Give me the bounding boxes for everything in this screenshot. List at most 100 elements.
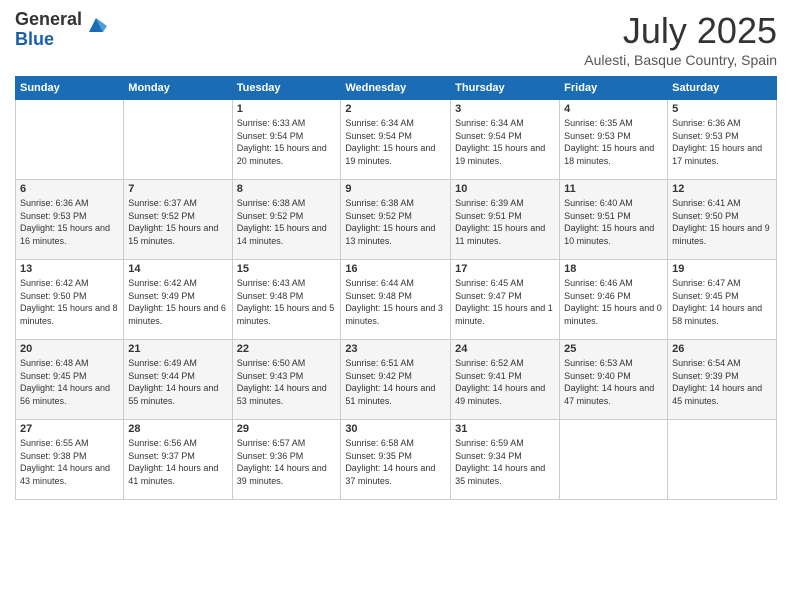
- day-number: 19: [672, 263, 772, 275]
- cell-info: Sunrise: 6:40 AMSunset: 9:51 PMDaylight:…: [564, 197, 663, 247]
- location: Aulesti, Basque Country, Spain: [584, 52, 777, 68]
- cell-info: Sunrise: 6:57 AMSunset: 9:36 PMDaylight:…: [237, 437, 337, 487]
- cell-info: Sunrise: 6:36 AMSunset: 9:53 PMDaylight:…: [672, 117, 772, 167]
- cell-info: Sunrise: 6:41 AMSunset: 9:50 PMDaylight:…: [672, 197, 772, 247]
- cell-info: Sunrise: 6:34 AMSunset: 9:54 PMDaylight:…: [455, 117, 555, 167]
- week-row-5: 27 Sunrise: 6:55 AMSunset: 9:38 PMDaylig…: [16, 420, 777, 500]
- calendar-cell: [16, 100, 124, 180]
- calendar-cell: 8 Sunrise: 6:38 AMSunset: 9:52 PMDayligh…: [232, 180, 341, 260]
- calendar-cell: 18 Sunrise: 6:46 AMSunset: 9:46 PMDaylig…: [560, 260, 668, 340]
- cell-info: Sunrise: 6:46 AMSunset: 9:46 PMDaylight:…: [564, 277, 663, 327]
- cell-info: Sunrise: 6:47 AMSunset: 9:45 PMDaylight:…: [672, 277, 772, 327]
- calendar-cell: 22 Sunrise: 6:50 AMSunset: 9:43 PMDaylig…: [232, 340, 341, 420]
- day-number: 10: [455, 183, 555, 195]
- cell-info: Sunrise: 6:56 AMSunset: 9:37 PMDaylight:…: [128, 437, 227, 487]
- header-saturday: Saturday: [668, 77, 777, 100]
- calendar-cell: 25 Sunrise: 6:53 AMSunset: 9:40 PMDaylig…: [560, 340, 668, 420]
- calendar-cell: 10 Sunrise: 6:39 AMSunset: 9:51 PMDaylig…: [451, 180, 560, 260]
- day-number: 8: [237, 183, 337, 195]
- calendar-cell: 4 Sunrise: 6:35 AMSunset: 9:53 PMDayligh…: [560, 100, 668, 180]
- calendar-page: General Blue July 2025 Aulesti, Basque C…: [0, 0, 792, 612]
- day-number: 14: [128, 263, 227, 275]
- week-row-1: 1 Sunrise: 6:33 AMSunset: 9:54 PMDayligh…: [16, 100, 777, 180]
- day-number: 7: [128, 183, 227, 195]
- calendar-cell: 1 Sunrise: 6:33 AMSunset: 9:54 PMDayligh…: [232, 100, 341, 180]
- cell-info: Sunrise: 6:51 AMSunset: 9:42 PMDaylight:…: [345, 357, 446, 407]
- cell-info: Sunrise: 6:59 AMSunset: 9:34 PMDaylight:…: [455, 437, 555, 487]
- calendar-table: Sunday Monday Tuesday Wednesday Thursday…: [15, 76, 777, 500]
- calendar-cell: 7 Sunrise: 6:37 AMSunset: 9:52 PMDayligh…: [124, 180, 232, 260]
- calendar-cell: [668, 420, 777, 500]
- calendar-cell: 24 Sunrise: 6:52 AMSunset: 9:41 PMDaylig…: [451, 340, 560, 420]
- cell-info: Sunrise: 6:49 AMSunset: 9:44 PMDaylight:…: [128, 357, 227, 407]
- day-number: 20: [20, 343, 119, 355]
- day-number: 2: [345, 103, 446, 115]
- calendar-cell: 23 Sunrise: 6:51 AMSunset: 9:42 PMDaylig…: [341, 340, 451, 420]
- week-row-3: 13 Sunrise: 6:42 AMSunset: 9:50 PMDaylig…: [16, 260, 777, 340]
- cell-info: Sunrise: 6:42 AMSunset: 9:49 PMDaylight:…: [128, 277, 227, 327]
- calendar-cell: [124, 100, 232, 180]
- cell-info: Sunrise: 6:58 AMSunset: 9:35 PMDaylight:…: [345, 437, 446, 487]
- calendar-cell: 11 Sunrise: 6:40 AMSunset: 9:51 PMDaylig…: [560, 180, 668, 260]
- day-number: 28: [128, 423, 227, 435]
- day-number: 29: [237, 423, 337, 435]
- header-tuesday: Tuesday: [232, 77, 341, 100]
- day-number: 11: [564, 183, 663, 195]
- cell-info: Sunrise: 6:38 AMSunset: 9:52 PMDaylight:…: [345, 197, 446, 247]
- cell-info: Sunrise: 6:39 AMSunset: 9:51 PMDaylight:…: [455, 197, 555, 247]
- page-header: General Blue July 2025 Aulesti, Basque C…: [15, 10, 777, 68]
- calendar-cell: 9 Sunrise: 6:38 AMSunset: 9:52 PMDayligh…: [341, 180, 451, 260]
- day-number: 31: [455, 423, 555, 435]
- day-number: 18: [564, 263, 663, 275]
- cell-info: Sunrise: 6:37 AMSunset: 9:52 PMDaylight:…: [128, 197, 227, 247]
- logo-icon: [85, 14, 107, 36]
- cell-info: Sunrise: 6:48 AMSunset: 9:45 PMDaylight:…: [20, 357, 119, 407]
- cell-info: Sunrise: 6:34 AMSunset: 9:54 PMDaylight:…: [345, 117, 446, 167]
- month-title: July 2025: [584, 10, 777, 52]
- day-number: 1: [237, 103, 337, 115]
- header-friday: Friday: [560, 77, 668, 100]
- cell-info: Sunrise: 6:45 AMSunset: 9:47 PMDaylight:…: [455, 277, 555, 327]
- cell-info: Sunrise: 6:43 AMSunset: 9:48 PMDaylight:…: [237, 277, 337, 327]
- cell-info: Sunrise: 6:52 AMSunset: 9:41 PMDaylight:…: [455, 357, 555, 407]
- day-number: 13: [20, 263, 119, 275]
- calendar-cell: 3 Sunrise: 6:34 AMSunset: 9:54 PMDayligh…: [451, 100, 560, 180]
- calendar-cell: 2 Sunrise: 6:34 AMSunset: 9:54 PMDayligh…: [341, 100, 451, 180]
- calendar-cell: 6 Sunrise: 6:36 AMSunset: 9:53 PMDayligh…: [16, 180, 124, 260]
- day-number: 21: [128, 343, 227, 355]
- day-number: 16: [345, 263, 446, 275]
- header-monday: Monday: [124, 77, 232, 100]
- week-row-4: 20 Sunrise: 6:48 AMSunset: 9:45 PMDaylig…: [16, 340, 777, 420]
- day-number: 25: [564, 343, 663, 355]
- cell-info: Sunrise: 6:33 AMSunset: 9:54 PMDaylight:…: [237, 117, 337, 167]
- calendar-cell: [560, 420, 668, 500]
- calendar-cell: 30 Sunrise: 6:58 AMSunset: 9:35 PMDaylig…: [341, 420, 451, 500]
- day-number: 26: [672, 343, 772, 355]
- day-number: 15: [237, 263, 337, 275]
- calendar-cell: 29 Sunrise: 6:57 AMSunset: 9:36 PMDaylig…: [232, 420, 341, 500]
- cell-info: Sunrise: 6:50 AMSunset: 9:43 PMDaylight:…: [237, 357, 337, 407]
- day-number: 3: [455, 103, 555, 115]
- calendar-cell: 27 Sunrise: 6:55 AMSunset: 9:38 PMDaylig…: [16, 420, 124, 500]
- day-number: 17: [455, 263, 555, 275]
- day-number: 24: [455, 343, 555, 355]
- logo-general-text: General: [15, 10, 82, 30]
- cell-info: Sunrise: 6:35 AMSunset: 9:53 PMDaylight:…: [564, 117, 663, 167]
- day-number: 12: [672, 183, 772, 195]
- day-number: 23: [345, 343, 446, 355]
- calendar-cell: 31 Sunrise: 6:59 AMSunset: 9:34 PMDaylig…: [451, 420, 560, 500]
- calendar-cell: 19 Sunrise: 6:47 AMSunset: 9:45 PMDaylig…: [668, 260, 777, 340]
- day-number: 22: [237, 343, 337, 355]
- day-number: 6: [20, 183, 119, 195]
- cell-info: Sunrise: 6:38 AMSunset: 9:52 PMDaylight:…: [237, 197, 337, 247]
- title-block: July 2025 Aulesti, Basque Country, Spain: [584, 10, 777, 68]
- calendar-cell: 12 Sunrise: 6:41 AMSunset: 9:50 PMDaylig…: [668, 180, 777, 260]
- calendar-cell: 13 Sunrise: 6:42 AMSunset: 9:50 PMDaylig…: [16, 260, 124, 340]
- calendar-cell: 16 Sunrise: 6:44 AMSunset: 9:48 PMDaylig…: [341, 260, 451, 340]
- weekday-header-row: Sunday Monday Tuesday Wednesday Thursday…: [16, 77, 777, 100]
- day-number: 5: [672, 103, 772, 115]
- week-row-2: 6 Sunrise: 6:36 AMSunset: 9:53 PMDayligh…: [16, 180, 777, 260]
- cell-info: Sunrise: 6:54 AMSunset: 9:39 PMDaylight:…: [672, 357, 772, 407]
- cell-info: Sunrise: 6:53 AMSunset: 9:40 PMDaylight:…: [564, 357, 663, 407]
- cell-info: Sunrise: 6:55 AMSunset: 9:38 PMDaylight:…: [20, 437, 119, 487]
